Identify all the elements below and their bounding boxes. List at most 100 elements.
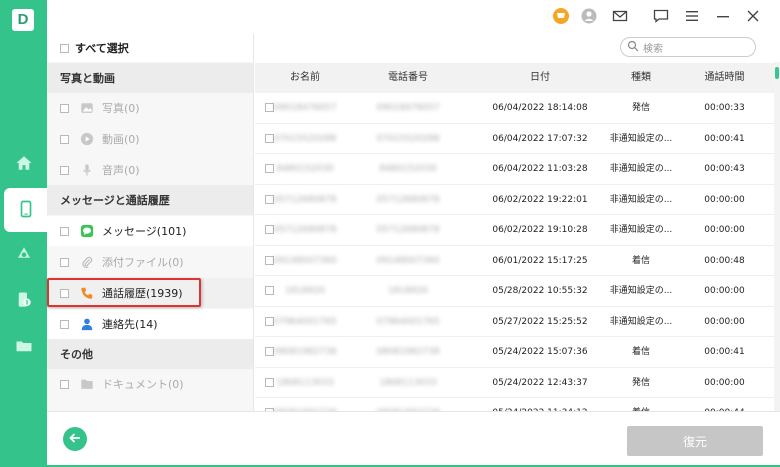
paperclip-icon [79,255,94,270]
cell-date: 05/24/2022 15:07:36 [492,347,588,357]
category-label: メッセージ(101) [102,225,187,238]
search-box[interactable]: 検索 [620,37,756,57]
video-play-icon [79,132,94,147]
table-row[interactable]: 08081982738 08081982738 05/24/2022 15:07:3… [255,337,780,368]
folder-button[interactable] [0,325,47,369]
cell-type: 着信 [631,347,650,357]
category-checkbox [60,103,69,113]
table-scrollbar[interactable] [774,62,780,411]
cell-number: 07964001765 [376,316,440,327]
table-row[interactable]: 07964001765 07964001765 05/27/2022 15:25:5… [255,307,780,337]
contact-person-icon [79,317,94,332]
cell-type: 非通知設定の... [609,225,673,235]
table-row[interactable]: 05712680878 05712680878 06/02/2022 19:22:0… [255,185,780,215]
device-recovery-button[interactable] [4,188,47,232]
cell-date: 06/04/2022 11:03:28 [492,164,588,174]
cell-duration: 00:00:00 [704,194,745,205]
table-row[interactable]: 08081982738 08081982738 05/24/2022 11:34:1… [255,398,780,411]
cell-name: 1818920 [284,286,326,296]
search-input[interactable]: 検索 [643,40,663,55]
cell-date: 06/04/2022 17:07:32 [492,133,588,144]
close-button[interactable] [744,8,762,26]
category-checkbox[interactable] [60,226,69,236]
column-header-number[interactable]: 電話番号 [363,63,453,93]
category-item-contacts[interactable]: 連絡先(14) [47,309,253,339]
account-button[interactable] [580,8,598,26]
table-row[interactable]: 05712680878 05712680878 06/02/2022 19:10:2… [255,215,780,246]
close-icon [745,8,761,27]
select-all-checkbox[interactable] [60,43,69,53]
chat-bubble-icon [653,8,669,27]
home-button[interactable] [0,142,47,186]
table-row[interactable]: 09148007360 09148007360 06/01/2022 15:17:2… [255,246,780,276]
category-label: 動画(0) [102,133,140,146]
table-row[interactable]: 8480152030 8480152030 06/04/2022 11:03:28 非… [255,154,780,185]
cell-type: 非通知設定の... [609,316,673,327]
column-header-name[interactable]: お名前 [265,63,345,93]
menu-button[interactable] [683,8,701,26]
minimize-button[interactable] [714,8,732,26]
search-row: 検索 [255,34,780,63]
cell-duration: 00:00:41 [704,347,745,357]
table-row[interactable]: 07015520288 07015520288 06/04/2022 17:07:3… [255,124,780,154]
cell-type: 非通知設定の... [609,133,673,144]
cell-number: 05712680878 [376,194,440,205]
phone-device-icon [17,200,35,221]
cell-name: 05712680878 [273,194,337,205]
call-history-highlight [47,278,201,307]
hamburger-menu-icon [684,8,700,27]
cell-name: 08081982738 [273,347,337,357]
cell-date: 05/24/2022 12:43:37 [492,377,588,388]
cloud-backup-button[interactable] [0,233,47,277]
cell-duration: 00:00:00 [704,286,745,296]
table-row[interactable]: 1808113033 1808113033 05/24/2022 12:43:37 発… [255,368,780,398]
column-header-date[interactable]: 日付 [485,63,595,93]
category-panel: すべて選択 写真と動画 写真(0) 動画(0) 音声(0) メッセージと通話履歴… [47,34,254,411]
cell-duration: 00:00:43 [704,164,745,174]
phone-info-icon [15,291,33,312]
table-row[interactable]: 09018476057 09018476057 06/04/2022 18:14:0… [255,93,780,124]
category-label: ドキュメント(0) [102,378,184,391]
category-checkbox [60,134,69,144]
cart-button[interactable] [552,7,570,27]
title-bar [47,0,780,34]
app-logo: D [12,9,34,31]
cell-type: 非通知設定の... [609,194,673,205]
category-checkbox [60,257,69,267]
call-history-table-area: 検索 お名前 電話番号 日付 種類 通話時間 09018476057 090184… [255,34,780,411]
category-label: 音声(0) [102,164,140,177]
feedback-button[interactable] [652,8,670,26]
cell-number: 07015520288 [376,133,440,144]
device-info-button[interactable] [0,279,47,323]
category-checkbox[interactable] [60,319,69,329]
image-icon [79,101,94,116]
cell-name: 8480152030 [276,164,334,174]
cell-name: 1808113033 [276,377,334,388]
cell-date: 06/02/2022 19:10:28 [492,225,588,235]
table-row[interactable]: 1818920 1818920 05/28/2022 10:55:32 非通知設定の.… [255,276,780,307]
cell-duration: 00:00:00 [704,225,745,235]
cell-name: 09148007360 [273,255,337,266]
folder-doc-icon [79,377,94,392]
restore-button[interactable]: 復元 [627,426,763,456]
cell-name: 07015520288 [273,133,337,144]
category-item-photos: 写真(0) [47,93,253,123]
cell-name: 09018476057 [273,103,337,113]
back-button[interactable] [63,427,87,451]
cell-number: 08081982738 [363,398,453,411]
cell-number: 8480152030 [379,164,437,174]
scrollbar-thumb[interactable] [775,67,779,79]
mail-button[interactable] [611,8,629,26]
cell-duration: 00:00:41 [704,133,745,144]
cell-date: 05/27/2022 15:25:52 [492,316,588,327]
cell-type: 着信 [600,398,682,411]
category-item-messages[interactable]: メッセージ(101) [47,216,253,246]
cell-type: 非通知設定の... [609,286,673,296]
cell-number: 1818920 [387,286,429,296]
cart-icon [553,7,569,27]
section-header-other: その他 [47,339,253,369]
column-header-type[interactable]: 種類 [600,63,682,93]
select-all-row[interactable]: すべて選択 [47,34,253,62]
column-header-duration[interactable]: 通話時間 [687,63,762,93]
section-header-photos-videos: 写真と動画 [47,63,253,93]
